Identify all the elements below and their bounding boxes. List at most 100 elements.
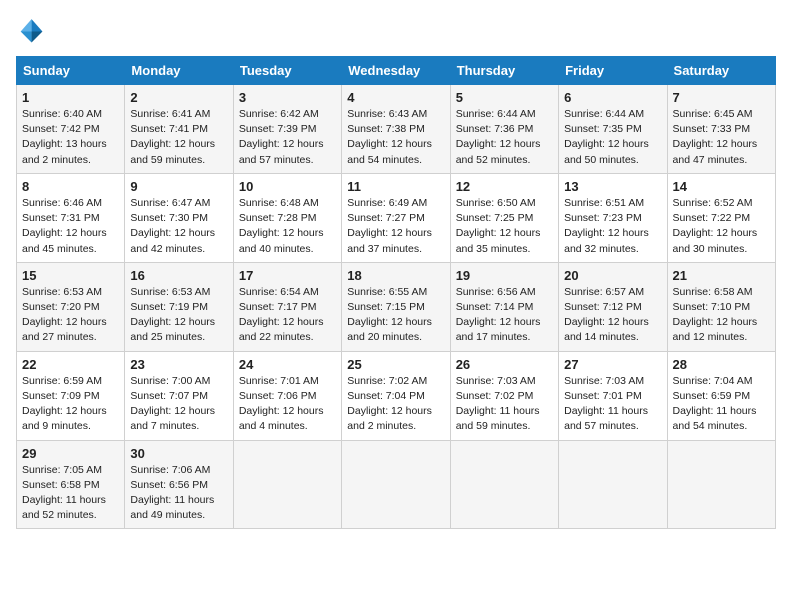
day-number: 17 (239, 268, 336, 283)
calendar-cell: 14Sunrise: 6:52 AMSunset: 7:22 PMDayligh… (667, 173, 775, 262)
day-info: Sunrise: 6:49 AMSunset: 7:27 PMDaylight:… (347, 196, 444, 257)
day-number: 6 (564, 90, 661, 105)
calendar-cell: 17 Sunrise: 6:54 AMSunset: 7:17 PMDayligh… (233, 262, 341, 351)
day-info: Sunrise: 6:45 AMSunset: 7:33 PMDaylight:… (673, 107, 770, 168)
weekday-header-row: SundayMondayTuesdayWednesdayThursdayFrid… (17, 57, 776, 85)
day-number: 13 (564, 179, 661, 194)
day-number: 11 (347, 179, 444, 194)
calendar-cell: 30 Sunrise: 7:06 AMSunset: 6:56 PMDayligh… (125, 440, 233, 529)
day-number: 5 (456, 90, 553, 105)
day-info: Sunrise: 6:56 AMSunset: 7:14 PMDaylight:… (456, 285, 553, 346)
day-info: Sunrise: 6:41 AMSunset: 7:41 PMDaylight:… (130, 107, 227, 168)
day-number: 15 (22, 268, 119, 283)
day-number: 21 (673, 268, 770, 283)
calendar-cell: 23 Sunrise: 7:00 AMSunset: 7:07 PMDayligh… (125, 351, 233, 440)
day-info: Sunrise: 6:44 AMSunset: 7:35 PMDaylight:… (564, 107, 661, 168)
day-number: 26 (456, 357, 553, 372)
calendar-cell: 8 Sunrise: 6:46 AMSunset: 7:31 PMDaylight… (17, 173, 125, 262)
day-info: Sunrise: 7:00 AMSunset: 7:07 PMDaylight:… (130, 374, 227, 435)
weekday-header-thursday: Thursday (450, 57, 558, 85)
weekday-header-friday: Friday (559, 57, 667, 85)
calendar-cell (450, 440, 558, 529)
day-info: Sunrise: 7:01 AMSunset: 7:06 PMDaylight:… (239, 374, 336, 435)
calendar-week-3: 15 Sunrise: 6:53 AMSunset: 7:20 PMDayligh… (17, 262, 776, 351)
day-info: Sunrise: 6:43 AMSunset: 7:38 PMDaylight:… (347, 107, 444, 168)
calendar-cell: 29 Sunrise: 7:05 AMSunset: 6:58 PMDayligh… (17, 440, 125, 529)
day-info: Sunrise: 6:42 AMSunset: 7:39 PMDaylight:… (239, 107, 336, 168)
day-info: Sunrise: 6:46 AMSunset: 7:31 PMDaylight:… (22, 196, 119, 257)
weekday-header-sunday: Sunday (17, 57, 125, 85)
calendar-cell: 12 Sunrise: 6:50 AMSunset: 7:25 PMDayligh… (450, 173, 558, 262)
day-info: Sunrise: 6:53 AMSunset: 7:19 PMDaylight:… (130, 285, 227, 346)
logo (16, 16, 48, 44)
day-number: 23 (130, 357, 227, 372)
day-number: 2 (130, 90, 227, 105)
calendar-cell: 6 Sunrise: 6:44 AMSunset: 7:35 PMDaylight… (559, 85, 667, 174)
day-info: Sunrise: 6:47 AMSunset: 7:30 PMDaylight:… (130, 196, 227, 257)
day-number: 24 (239, 357, 336, 372)
calendar-cell: 28Sunrise: 7:04 AMSunset: 6:59 PMDayligh… (667, 351, 775, 440)
day-info: Sunrise: 6:54 AMSunset: 7:17 PMDaylight:… (239, 285, 336, 346)
weekday-header-tuesday: Tuesday (233, 57, 341, 85)
day-info: Sunrise: 6:58 AMSunset: 7:10 PMDaylight:… (673, 285, 770, 346)
calendar-week-4: 22Sunrise: 6:59 AMSunset: 7:09 PMDayligh… (17, 351, 776, 440)
calendar-cell: 2 Sunrise: 6:41 AMSunset: 7:41 PMDaylight… (125, 85, 233, 174)
calendar-cell: 13 Sunrise: 6:51 AMSunset: 7:23 PMDayligh… (559, 173, 667, 262)
calendar-cell (233, 440, 341, 529)
day-info: Sunrise: 6:40 AMSunset: 7:42 PMDaylight:… (22, 107, 119, 168)
day-number: 10 (239, 179, 336, 194)
day-info: Sunrise: 7:03 AMSunset: 7:01 PMDaylight:… (564, 374, 661, 435)
calendar-week-2: 8 Sunrise: 6:46 AMSunset: 7:31 PMDaylight… (17, 173, 776, 262)
day-number: 14 (673, 179, 770, 194)
calendar-cell: 22Sunrise: 6:59 AMSunset: 7:09 PMDayligh… (17, 351, 125, 440)
day-number: 12 (456, 179, 553, 194)
calendar-cell: 10 Sunrise: 6:48 AMSunset: 7:28 PMDayligh… (233, 173, 341, 262)
day-number: 19 (456, 268, 553, 283)
calendar-cell: 4Sunrise: 6:43 AMSunset: 7:38 PMDaylight… (342, 85, 450, 174)
day-number: 8 (22, 179, 119, 194)
weekday-header-saturday: Saturday (667, 57, 775, 85)
day-number: 20 (564, 268, 661, 283)
day-number: 29 (22, 446, 119, 461)
calendar-cell: 18Sunrise: 6:55 AMSunset: 7:15 PMDayligh… (342, 262, 450, 351)
day-number: 25 (347, 357, 444, 372)
day-info: Sunrise: 6:48 AMSunset: 7:28 PMDaylight:… (239, 196, 336, 257)
logo-icon (16, 16, 44, 44)
day-info: Sunrise: 7:06 AMSunset: 6:56 PMDaylight:… (130, 463, 227, 524)
day-info: Sunrise: 7:05 AMSunset: 6:58 PMDaylight:… (22, 463, 119, 524)
day-info: Sunrise: 6:50 AMSunset: 7:25 PMDaylight:… (456, 196, 553, 257)
day-number: 22 (22, 357, 119, 372)
day-info: Sunrise: 6:57 AMSunset: 7:12 PMDaylight:… (564, 285, 661, 346)
day-info: Sunrise: 6:44 AMSunset: 7:36 PMDaylight:… (456, 107, 553, 168)
calendar-cell (559, 440, 667, 529)
calendar-cell: 11 Sunrise: 6:49 AMSunset: 7:27 PMDayligh… (342, 173, 450, 262)
calendar-cell: 16 Sunrise: 6:53 AMSunset: 7:19 PMDayligh… (125, 262, 233, 351)
day-info: Sunrise: 7:03 AMSunset: 7:02 PMDaylight:… (456, 374, 553, 435)
calendar-cell: 15 Sunrise: 6:53 AMSunset: 7:20 PMDayligh… (17, 262, 125, 351)
day-number: 16 (130, 268, 227, 283)
calendar-cell: 26 Sunrise: 7:03 AMSunset: 7:02 PMDayligh… (450, 351, 558, 440)
calendar-week-1: 1Sunrise: 6:40 AMSunset: 7:42 PMDaylight… (17, 85, 776, 174)
calendar-cell: 21 Sunrise: 6:58 AMSunset: 7:10 PMDayligh… (667, 262, 775, 351)
calendar-cell: 24 Sunrise: 7:01 AMSunset: 7:06 PMDayligh… (233, 351, 341, 440)
day-number: 7 (673, 90, 770, 105)
page-header (16, 16, 776, 44)
day-number: 27 (564, 357, 661, 372)
day-number: 28 (673, 357, 770, 372)
calendar-cell (667, 440, 775, 529)
day-info: Sunrise: 6:51 AMSunset: 7:23 PMDaylight:… (564, 196, 661, 257)
day-info: Sunrise: 6:53 AMSunset: 7:20 PMDaylight:… (22, 285, 119, 346)
day-number: 30 (130, 446, 227, 461)
calendar-cell: 9Sunrise: 6:47 AMSunset: 7:30 PMDaylight… (125, 173, 233, 262)
calendar-cell: 19 Sunrise: 6:56 AMSunset: 7:14 PMDayligh… (450, 262, 558, 351)
calendar-cell: 25 Sunrise: 7:02 AMSunset: 7:04 PMDayligh… (342, 351, 450, 440)
calendar-week-5: 29 Sunrise: 7:05 AMSunset: 6:58 PMDayligh… (17, 440, 776, 529)
calendar-cell: 1Sunrise: 6:40 AMSunset: 7:42 PMDaylight… (17, 85, 125, 174)
weekday-header-monday: Monday (125, 57, 233, 85)
weekday-header-wednesday: Wednesday (342, 57, 450, 85)
day-info: Sunrise: 7:02 AMSunset: 7:04 PMDaylight:… (347, 374, 444, 435)
calendar-cell: 7 Sunrise: 6:45 AMSunset: 7:33 PMDaylight… (667, 85, 775, 174)
calendar-cell: 5 Sunrise: 6:44 AMSunset: 7:36 PMDaylight… (450, 85, 558, 174)
day-number: 18 (347, 268, 444, 283)
calendar-cell: 27 Sunrise: 7:03 AMSunset: 7:01 PMDayligh… (559, 351, 667, 440)
